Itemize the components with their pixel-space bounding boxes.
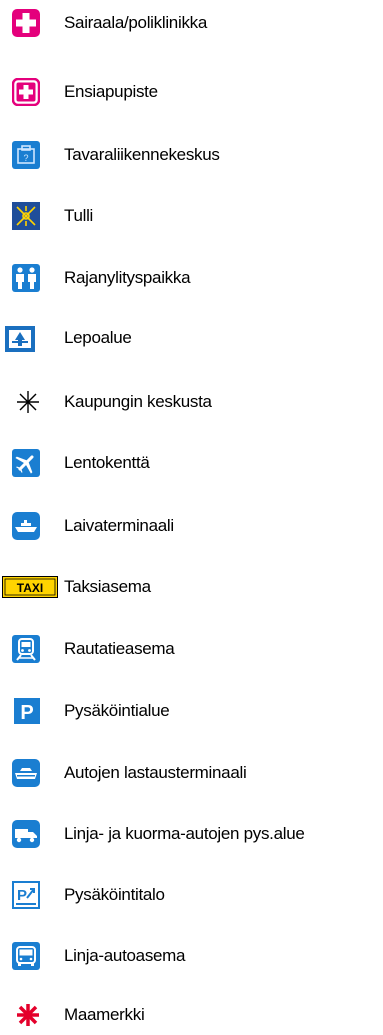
city-center-icon — [14, 388, 42, 416]
legend-item-label: Taksiasema — [64, 577, 151, 596]
legend-item-taxi: TAXI Taksiasema — [0, 565, 383, 605]
parking-garage-icon-text: P — [17, 887, 27, 904]
legend-item-freight-center: ? Tavaraliikennekeskus — [0, 133, 383, 173]
legend-item-label: Lepoalue — [64, 328, 132, 347]
legend-item-rest-area: Lepoalue — [0, 316, 383, 356]
hospital-icon — [12, 9, 40, 37]
car-loading-terminal-icon — [12, 759, 40, 787]
legend-item-label: Linja- ja kuorma-autojen pys.alue — [64, 824, 305, 843]
legend-item-ship-terminal: Laivaterminaali — [0, 504, 383, 544]
legend-item-airport: Lentokenttä — [0, 441, 383, 481]
ship-terminal-icon — [12, 512, 40, 540]
parking-area-icon-text: P — [20, 702, 33, 724]
legend-item-label: Pysäköintialue — [64, 701, 170, 720]
legend-item-parking-garage: P Pysäköintitalo — [0, 873, 383, 913]
parking-garage-icon: P — [12, 881, 40, 909]
legend-item-railway-station: Rautatieasema — [0, 627, 383, 667]
legend-item-customs: Tulli — [0, 194, 383, 234]
legend-item-label: Autojen lastausterminaali — [64, 763, 247, 782]
legend-item-label: Ensiapupiste — [64, 82, 158, 101]
legend-item-label: Maamerkki — [64, 1005, 145, 1024]
bus-truck-parking-icon — [12, 820, 40, 848]
legend-item-landmark: Maamerkki — [0, 995, 383, 1035]
taxi-icon-text: TAXI — [17, 581, 43, 595]
rest-area-icon — [5, 326, 35, 352]
legend-item-bus-station: Linja-autoasema — [0, 934, 383, 974]
legend-item-label: Tavaraliikennekeskus — [64, 145, 220, 164]
legend-item-label: Rautatieasema — [64, 639, 175, 658]
legend-item-bus-truck-parking: Linja- ja kuorma-autojen pys.alue — [0, 812, 383, 852]
legend-item-car-loading-terminal: Autojen lastausterminaali — [0, 751, 383, 791]
parking-area-icon: P — [14, 698, 40, 724]
railway-station-icon — [12, 635, 40, 663]
legend-item-label: Kaupungin keskusta — [64, 392, 212, 411]
legend-item-label: Sairaala/poliklinikka — [64, 13, 207, 32]
airport-icon — [12, 449, 40, 477]
taxi-icon: TAXI — [2, 576, 58, 598]
legend-item-label: Tulli — [64, 206, 94, 225]
legend-item-label: Linja-autoasema — [64, 946, 186, 965]
bus-station-icon — [12, 942, 40, 970]
legend-item-first-aid: Ensiapupiste — [0, 70, 383, 110]
legend-item-label: Rajanylityspaikka — [64, 268, 191, 287]
legend-item-label: Laivaterminaali — [64, 516, 174, 535]
landmark-icon — [14, 1001, 42, 1029]
map-legend: Sairaala/poliklinikka Ensiapupiste ? Tav… — [0, 0, 383, 1026]
border-crossing-icon — [12, 264, 40, 292]
legend-item-label: Pysäköintitalo — [64, 885, 165, 904]
legend-item-city-center: Kaupungin keskusta — [0, 380, 383, 420]
first-aid-icon — [12, 78, 40, 106]
legend-item-hospital: Sairaala/poliklinikka — [0, 1, 383, 41]
legend-item-parking-area: P Pysäköintialue — [0, 689, 383, 729]
freight-center-icon: ? — [12, 141, 40, 169]
customs-icon — [12, 202, 40, 230]
legend-item-label: Lentokenttä — [64, 453, 150, 472]
svg-text:?: ? — [23, 153, 28, 163]
legend-item-border-crossing: Rajanylityspaikka — [0, 256, 383, 296]
